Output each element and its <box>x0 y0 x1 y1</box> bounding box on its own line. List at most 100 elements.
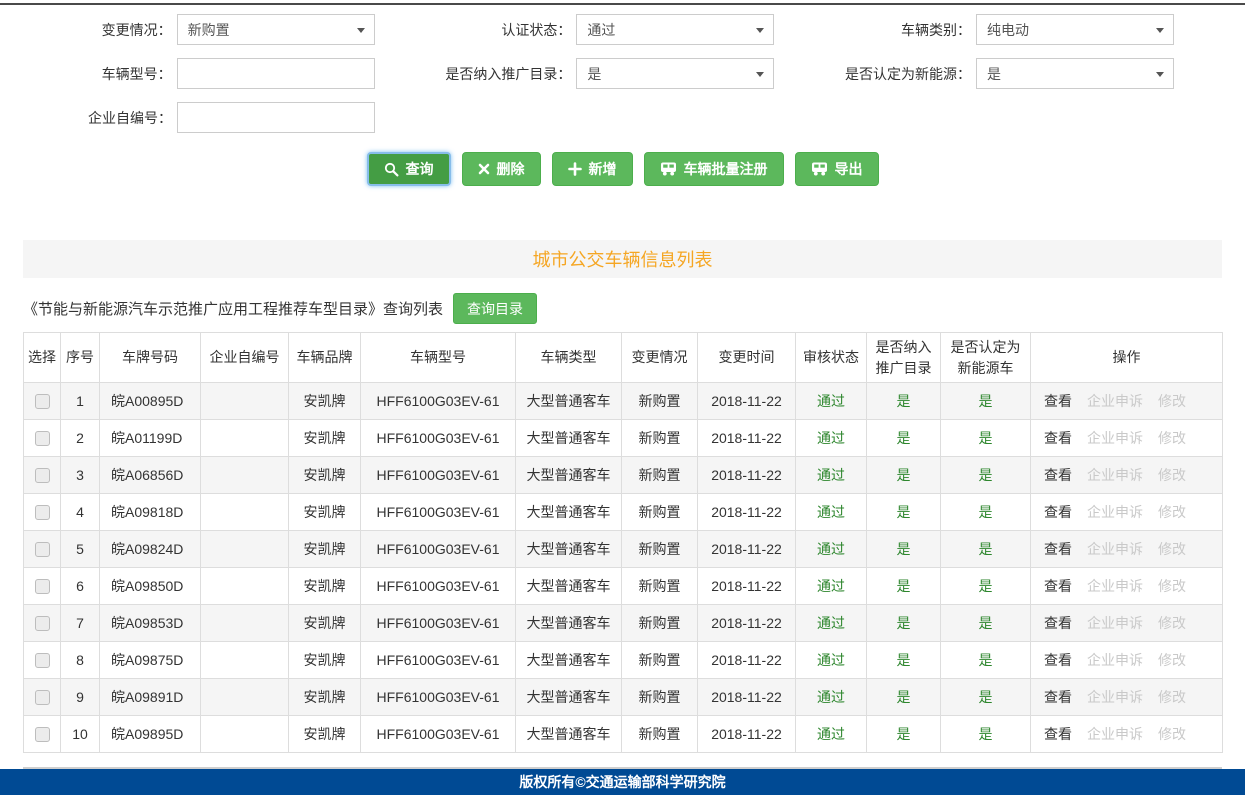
table-row: 3皖A06856D安凯牌HFF6100G03EV-61大型普通客车新购置2018… <box>24 457 1223 494</box>
cell-new-energy: 是 <box>941 568 1031 605</box>
row-select-checkbox[interactable] <box>35 468 50 483</box>
filter-row-3: 企业自编号： <box>23 102 1222 133</box>
cell-vehicle-type: 大型普通客车 <box>516 420 622 457</box>
cell-plate-number: 皖A09895D <box>100 716 201 753</box>
view-link[interactable]: 查看 <box>1044 430 1072 446</box>
cell-audit-status: 通过 <box>796 420 867 457</box>
column-header: 操作 <box>1031 333 1223 383</box>
query-catalog-button[interactable]: 查询目录 <box>453 293 537 324</box>
cell-brand: 安凯牌 <box>289 531 361 568</box>
cell-change-date: 2018-11-22 <box>698 383 796 420</box>
search-icon <box>384 162 399 177</box>
row-select-checkbox[interactable] <box>35 690 50 705</box>
row-select-checkbox[interactable] <box>35 727 50 742</box>
vehicle-model-input[interactable] <box>177 58 375 89</box>
appeal-link: 企业申诉 <box>1087 430 1143 446</box>
cell-brand: 安凯牌 <box>289 568 361 605</box>
view-link[interactable]: 查看 <box>1044 393 1072 409</box>
cell-new-energy: 是 <box>941 531 1031 568</box>
vehicle-category-select[interactable]: 纯电动 <box>976 14 1174 45</box>
row-select-checkbox[interactable] <box>35 431 50 446</box>
cell-change-date: 2018-11-22 <box>698 605 796 642</box>
column-header: 是否认定为 新能源车 <box>941 333 1031 383</box>
cell-operations: 查看企业申诉修改 <box>1031 568 1223 605</box>
cell-change-status: 新购置 <box>622 716 698 753</box>
cell-select <box>24 642 61 679</box>
cell-audit-status: 通过 <box>796 531 867 568</box>
cell-audit-status: 通过 <box>796 383 867 420</box>
cell-select <box>24 568 61 605</box>
modify-link: 修改 <box>1158 541 1186 557</box>
enterprise-code-input[interactable] <box>177 102 375 133</box>
cell-enterprise-code <box>201 383 289 420</box>
cell-change-status: 新购置 <box>622 457 698 494</box>
view-link[interactable]: 查看 <box>1044 689 1072 705</box>
view-link[interactable]: 查看 <box>1044 652 1072 668</box>
cell-plate-number: 皖A01199D <box>100 420 201 457</box>
filter-in-promo-catalog: 是否纳入推广目录： 是 <box>423 58 823 89</box>
view-link[interactable]: 查看 <box>1044 504 1072 520</box>
cell-seq: 8 <box>61 642 100 679</box>
filter-vehicle-model: 车辆型号： <box>23 58 423 89</box>
row-select-checkbox[interactable] <box>35 505 50 520</box>
cell-change-date: 2018-11-22 <box>698 568 796 605</box>
cell-audit-status: 通过 <box>796 568 867 605</box>
appeal-link: 企业申诉 <box>1087 615 1143 631</box>
table-header-row: 选择序号车牌号码企业自编号车辆品牌车辆型号车辆类型变更情况变更时间审核状态是否纳… <box>24 333 1223 383</box>
modify-link: 修改 <box>1158 467 1186 483</box>
appeal-link: 企业申诉 <box>1087 652 1143 668</box>
spacer <box>0 753 1245 767</box>
cell-select <box>24 531 61 568</box>
cell-change-date: 2018-11-22 <box>698 642 796 679</box>
cell-brand: 安凯牌 <box>289 457 361 494</box>
view-link[interactable]: 查看 <box>1044 541 1072 557</box>
cell-model: HFF6100G03EV-61 <box>361 642 516 679</box>
cell-select <box>24 716 61 753</box>
appeal-link: 企业申诉 <box>1087 541 1143 557</box>
cell-vehicle-type: 大型普通客车 <box>516 605 622 642</box>
in-promo-catalog-select[interactable]: 是 <box>576 58 774 89</box>
cell-new-energy: 是 <box>941 457 1031 494</box>
catalog-row: 《节能与新能源汽车示范推广应用工程推荐车型目录》查询列表 查询目录 <box>23 293 1222 324</box>
cell-change-status: 新购置 <box>622 642 698 679</box>
export-button[interactable]: 导出 <box>795 152 879 186</box>
cell-select <box>24 383 61 420</box>
chevron-down-icon <box>756 72 764 77</box>
appeal-link: 企业申诉 <box>1087 578 1143 594</box>
delete-button[interactable]: 删除 <box>462 152 541 186</box>
cell-brand: 安凯牌 <box>289 716 361 753</box>
cell-new-energy: 是 <box>941 383 1031 420</box>
view-link[interactable]: 查看 <box>1044 726 1072 742</box>
cell-operations: 查看企业申诉修改 <box>1031 531 1223 568</box>
table-row: 8皖A09875D安凯牌HFF6100G03EV-61大型普通客车新购置2018… <box>24 642 1223 679</box>
row-select-checkbox[interactable] <box>35 542 50 557</box>
view-link[interactable]: 查看 <box>1044 615 1072 631</box>
row-select-checkbox[interactable] <box>35 394 50 409</box>
add-button-label: 新增 <box>589 159 617 179</box>
vehicle-table: 选择序号车牌号码企业自编号车辆品牌车辆型号车辆类型变更情况变更时间审核状态是否纳… <box>23 332 1223 753</box>
view-link[interactable]: 查看 <box>1044 578 1072 594</box>
cell-new-energy: 是 <box>941 642 1031 679</box>
cell-select <box>24 494 61 531</box>
cell-model: HFF6100G03EV-61 <box>361 679 516 716</box>
batch-register-button[interactable]: 车辆批量注册 <box>644 152 784 186</box>
is-new-energy-select[interactable]: 是 <box>976 58 1174 89</box>
row-select-checkbox[interactable] <box>35 616 50 631</box>
cell-new-energy: 是 <box>941 494 1031 531</box>
change-status-label: 变更情况： <box>23 20 177 40</box>
row-select-checkbox[interactable] <box>35 653 50 668</box>
cell-select <box>24 605 61 642</box>
cell-model: HFF6100G03EV-61 <box>361 420 516 457</box>
cell-enterprise-code <box>201 679 289 716</box>
query-button[interactable]: 查询 <box>367 152 451 186</box>
cell-select <box>24 679 61 716</box>
cell-in-catalog: 是 <box>867 457 941 494</box>
cert-status-select[interactable]: 通过 <box>576 14 774 45</box>
change-status-value: 新购置 <box>188 20 230 40</box>
add-button[interactable]: 新增 <box>552 152 633 186</box>
cell-enterprise-code <box>201 716 289 753</box>
view-link[interactable]: 查看 <box>1044 467 1072 483</box>
cell-in-catalog: 是 <box>867 420 941 457</box>
change-status-select[interactable]: 新购置 <box>177 14 375 45</box>
row-select-checkbox[interactable] <box>35 579 50 594</box>
